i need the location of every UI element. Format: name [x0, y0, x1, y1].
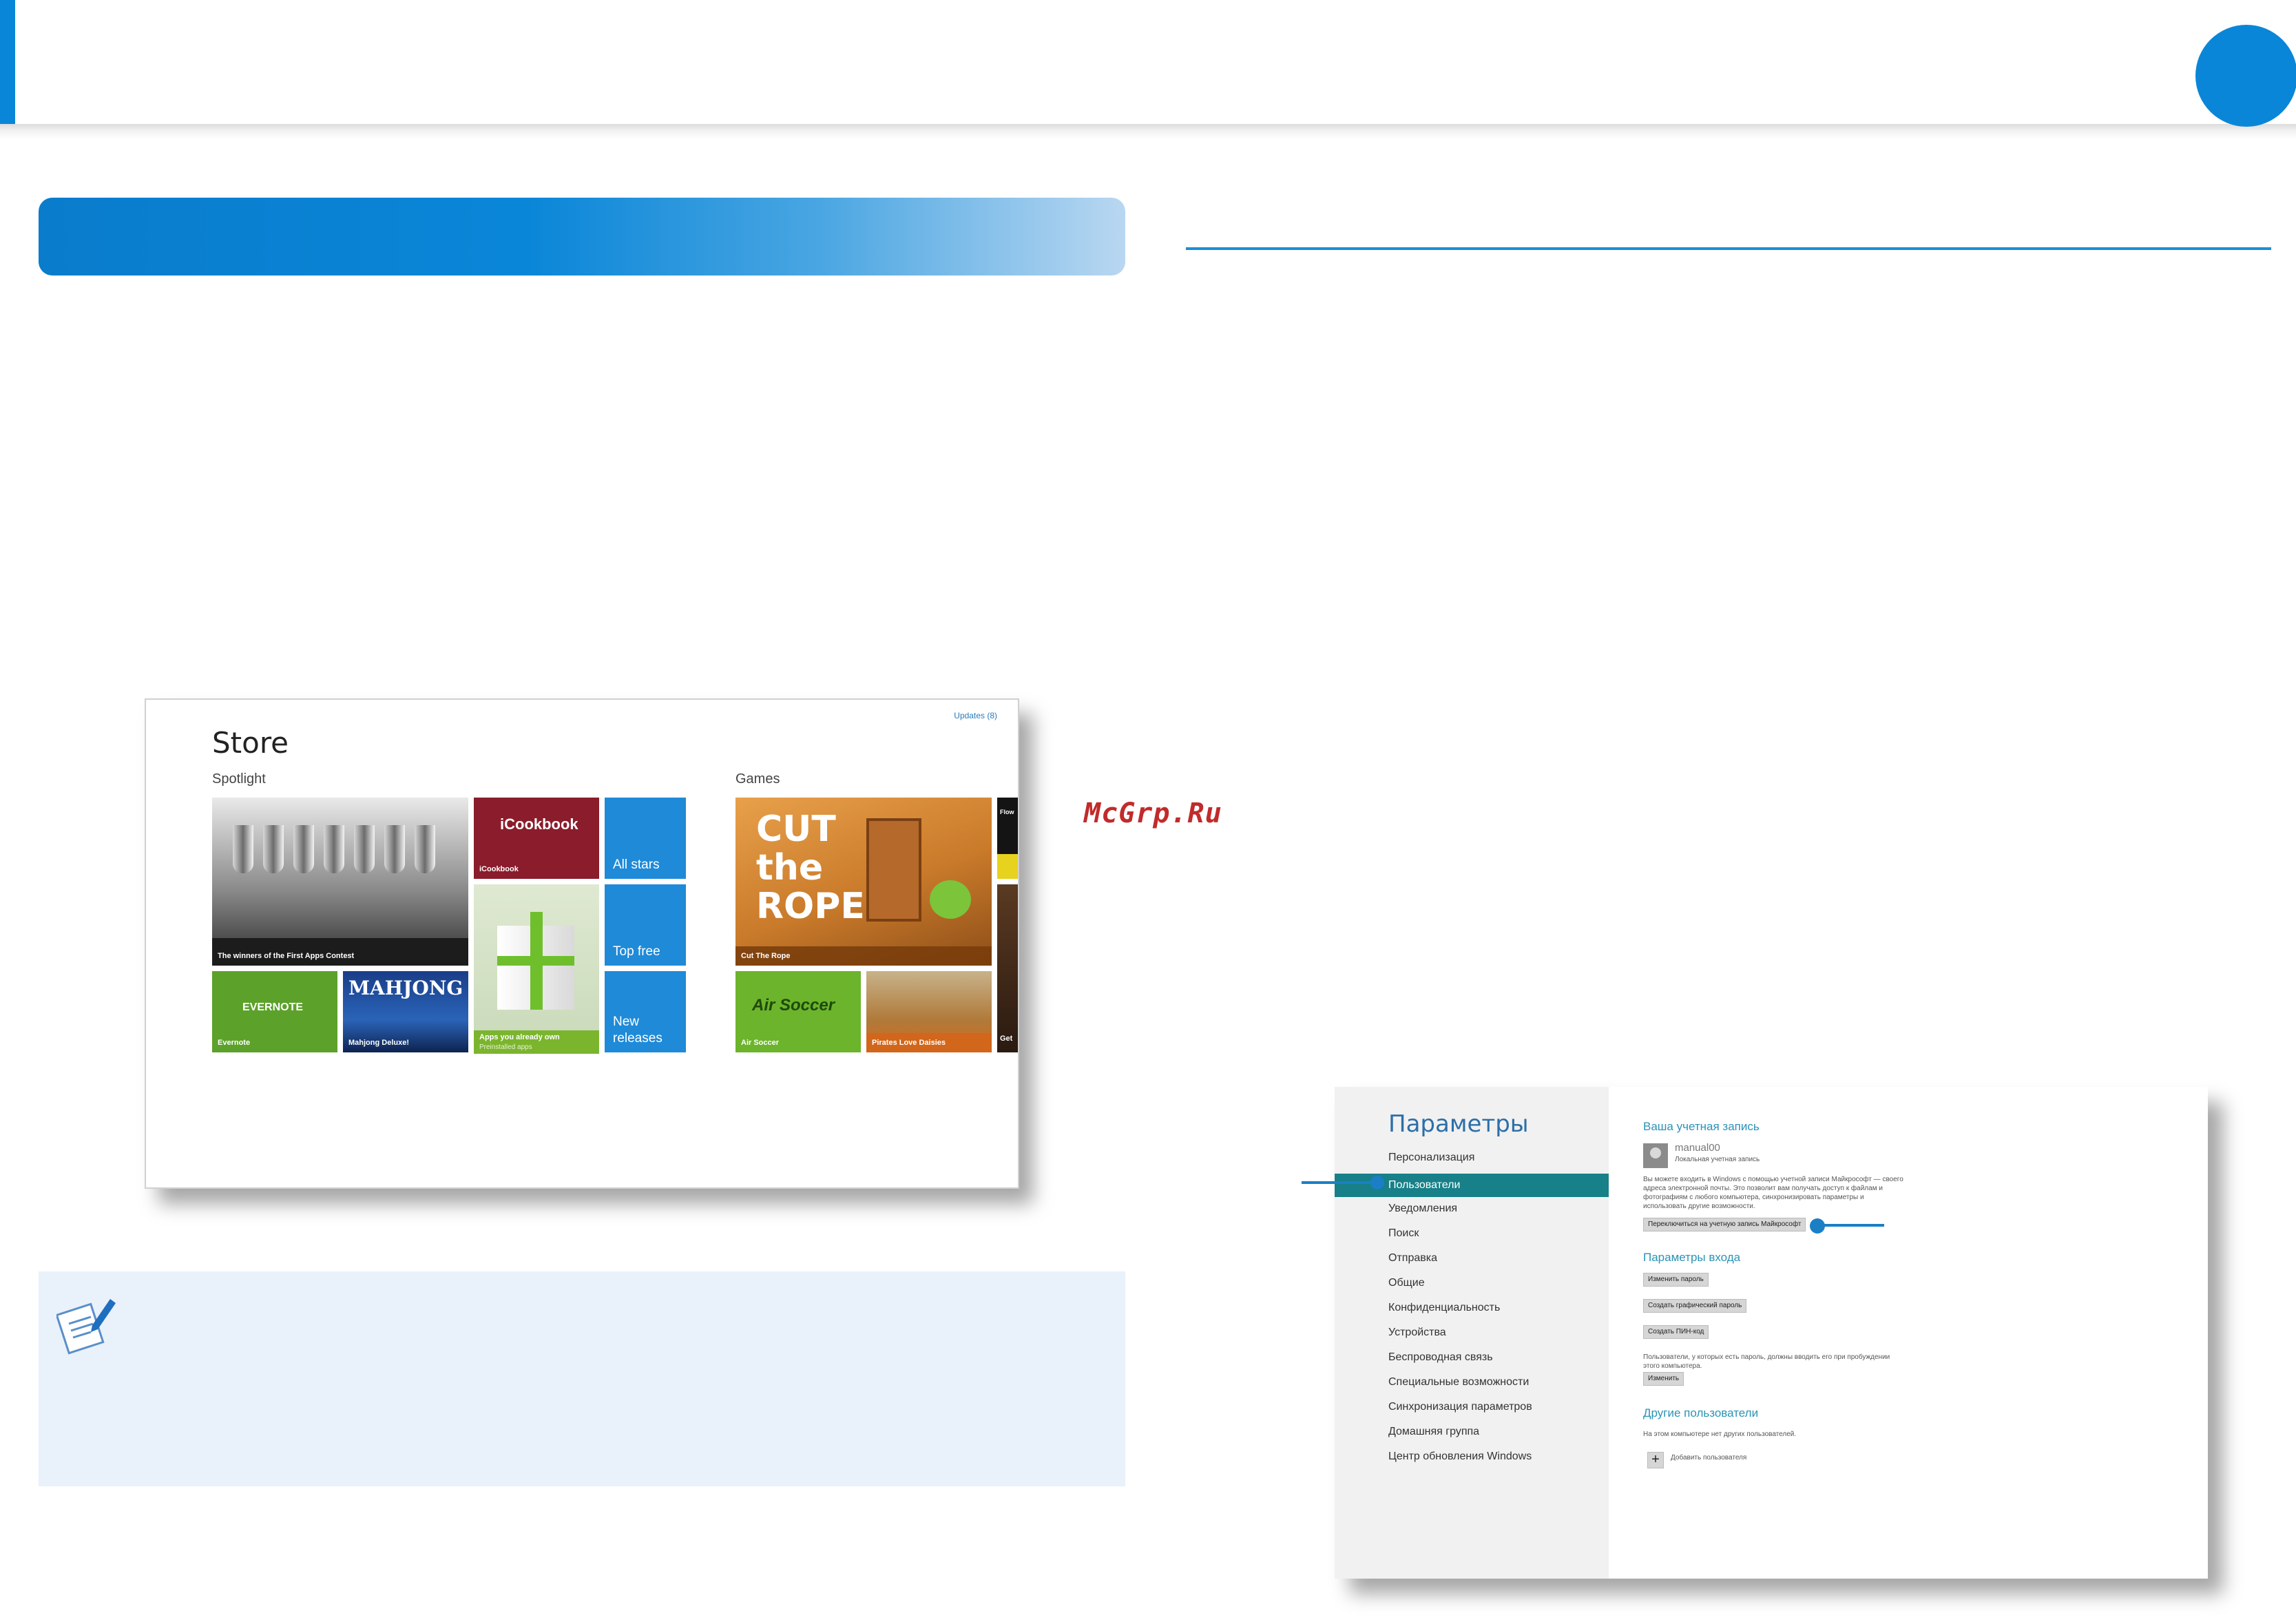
left-accent-bar [0, 0, 15, 129]
store-title: Store [212, 726, 289, 760]
nav-item-sync-settings[interactable]: Синхронизация параметров [1388, 1401, 1532, 1413]
store-screenshot: Store Updates (8) Spotlight Games The wi… [145, 698, 1019, 1189]
tile-caption: Mahjong Deluxe! [348, 1039, 410, 1047]
tile-label: All stars [613, 857, 660, 872]
tile-air-soccer[interactable]: Air Soccer Air Soccer [735, 971, 861, 1052]
nav-item-homegroup[interactable]: Домашняя группа [1388, 1426, 1479, 1438]
tile-caption: iCookbook [479, 865, 519, 873]
tile-partial-top[interactable]: Flow [997, 798, 1018, 879]
settings-nav-pane: Параметры Персонализация Пользователи Ув… [1335, 1087, 1609, 1579]
callout-dot-switch [1810, 1218, 1825, 1234]
tile-cut-the-rope[interactable]: CUT the ROPE Cut The Rope [735, 798, 992, 966]
nav-item-devices[interactable]: Устройства [1388, 1327, 1446, 1339]
store-updates-link[interactable]: Updates (8) [954, 711, 997, 720]
tile-apps-you-own[interactable]: Apps you already own Preinstalled apps [474, 884, 599, 1054]
tile-partial-bottom[interactable]: Get [997, 884, 1018, 1052]
tile-caption: Cut The Rope [741, 952, 791, 960]
nav-item-personalization[interactable]: Персонализация [1388, 1152, 1474, 1164]
change-wake-setting-button[interactable]: Изменить [1643, 1372, 1684, 1386]
spotlight-heading[interactable]: Spotlight [212, 771, 266, 787]
tile-caption: The winners of the First Apps Contest [218, 952, 355, 960]
evernote-logo: EVERNOTE [242, 1001, 304, 1013]
section-banner [39, 198, 1125, 275]
tile-caption: Apps you already own [479, 1033, 560, 1041]
settings-title: Параметры [1388, 1110, 1529, 1138]
other-users-heading: Другие пользователи [1643, 1406, 1759, 1420]
password-wake-note: Пользователи, у которых есть пароль, дол… [1643, 1353, 1890, 1370]
tile-caption: Pirates Love Daisies [872, 1039, 946, 1047]
watermark-text: McGrp.Ru [1084, 798, 1222, 829]
note-box [39, 1271, 1125, 1486]
tile-pirates-love-daisies[interactable]: Pirates Love Daisies [866, 971, 992, 1052]
tile-label: Top free [613, 944, 660, 959]
nav-item-windows-update[interactable]: Центр обновления Windows [1388, 1451, 1532, 1463]
cut-the-rope-logo: CUT the ROPE [756, 809, 865, 927]
add-icon[interactable]: + [1647, 1452, 1664, 1468]
signin-options-heading: Параметры входа [1643, 1251, 1741, 1264]
tile-caption: Flow [1000, 809, 1014, 815]
tile-new-releases[interactable]: New releases [605, 971, 686, 1052]
change-password-button[interactable]: Изменить пароль [1643, 1273, 1709, 1287]
tile-icookbook[interactable]: iCookbook iCookbook [474, 798, 599, 879]
nav-item-wireless[interactable]: Беспроводная связь [1388, 1351, 1493, 1364]
nav-item-notifications[interactable]: Уведомления [1388, 1203, 1457, 1215]
tile-caption: Air Soccer [741, 1039, 780, 1047]
callout-dot-users [1370, 1176, 1384, 1189]
no-other-users-text: На этом компьютере нет других пользовате… [1643, 1431, 1797, 1438]
switch-to-microsoft-account-button[interactable]: Переключиться на учетную запись Майкросо… [1643, 1218, 1806, 1231]
user-account-type: Локальная учетная запись [1675, 1156, 1760, 1163]
account-heading: Ваша учетная запись [1643, 1120, 1760, 1133]
mahjong-logo: MAHJONG [348, 977, 463, 999]
create-pin-button[interactable]: Создать ПИН-код [1643, 1325, 1709, 1339]
settings-screenshot: Параметры Персонализация Пользователи Ув… [1335, 1087, 2208, 1579]
tile-caption: Get [1000, 1034, 1013, 1043]
tile-evernote[interactable]: EVERNOTE Evernote [212, 971, 337, 1052]
section-rule [1186, 247, 2271, 250]
tile-all-stars[interactable]: All stars [605, 798, 686, 879]
callout-line-users [1302, 1181, 1377, 1184]
user-name: manual00 [1675, 1142, 1720, 1154]
games-heading[interactable]: Games [735, 771, 780, 787]
air-soccer-logo: Air Soccer [752, 996, 835, 1015]
nav-item-search[interactable]: Поиск [1388, 1227, 1419, 1240]
header-rule [0, 124, 2296, 139]
note-pencil-icon [56, 1299, 116, 1355]
add-user-label[interactable]: Добавить пользователя [1671, 1453, 1746, 1462]
chapter-marker-circle [2195, 25, 2296, 127]
icookbook-logo: iCookbook [500, 815, 578, 833]
tile-top-free[interactable]: Top free [605, 884, 686, 966]
tile-subcaption: Preinstalled apps [479, 1043, 532, 1051]
nav-item-general[interactable]: Общие [1388, 1277, 1425, 1289]
callout-line-switch [1815, 1224, 1884, 1227]
tile-label: New releases [613, 1015, 662, 1046]
nav-item-ease-of-access[interactable]: Специальные возможности [1388, 1376, 1529, 1389]
tile-winners[interactable]: The winners of the First Apps Contest [212, 798, 468, 966]
settings-content-pane: Ваша учетная запись manual00 Локальная у… [1643, 1087, 2194, 1579]
account-description: Вы можете входить в Windows с помощью уч… [1643, 1176, 1903, 1210]
tile-caption: Evernote [218, 1039, 251, 1047]
nav-item-privacy[interactable]: Конфиденциальность [1388, 1302, 1500, 1314]
om-nom-icon [930, 880, 971, 919]
tile-mahjong[interactable]: MAHJONG Mahjong Deluxe! [343, 971, 468, 1052]
create-picture-password-button[interactable]: Создать графический пароль [1643, 1299, 1747, 1313]
avatar [1643, 1143, 1668, 1168]
nav-item-share[interactable]: Отправка [1388, 1252, 1437, 1265]
